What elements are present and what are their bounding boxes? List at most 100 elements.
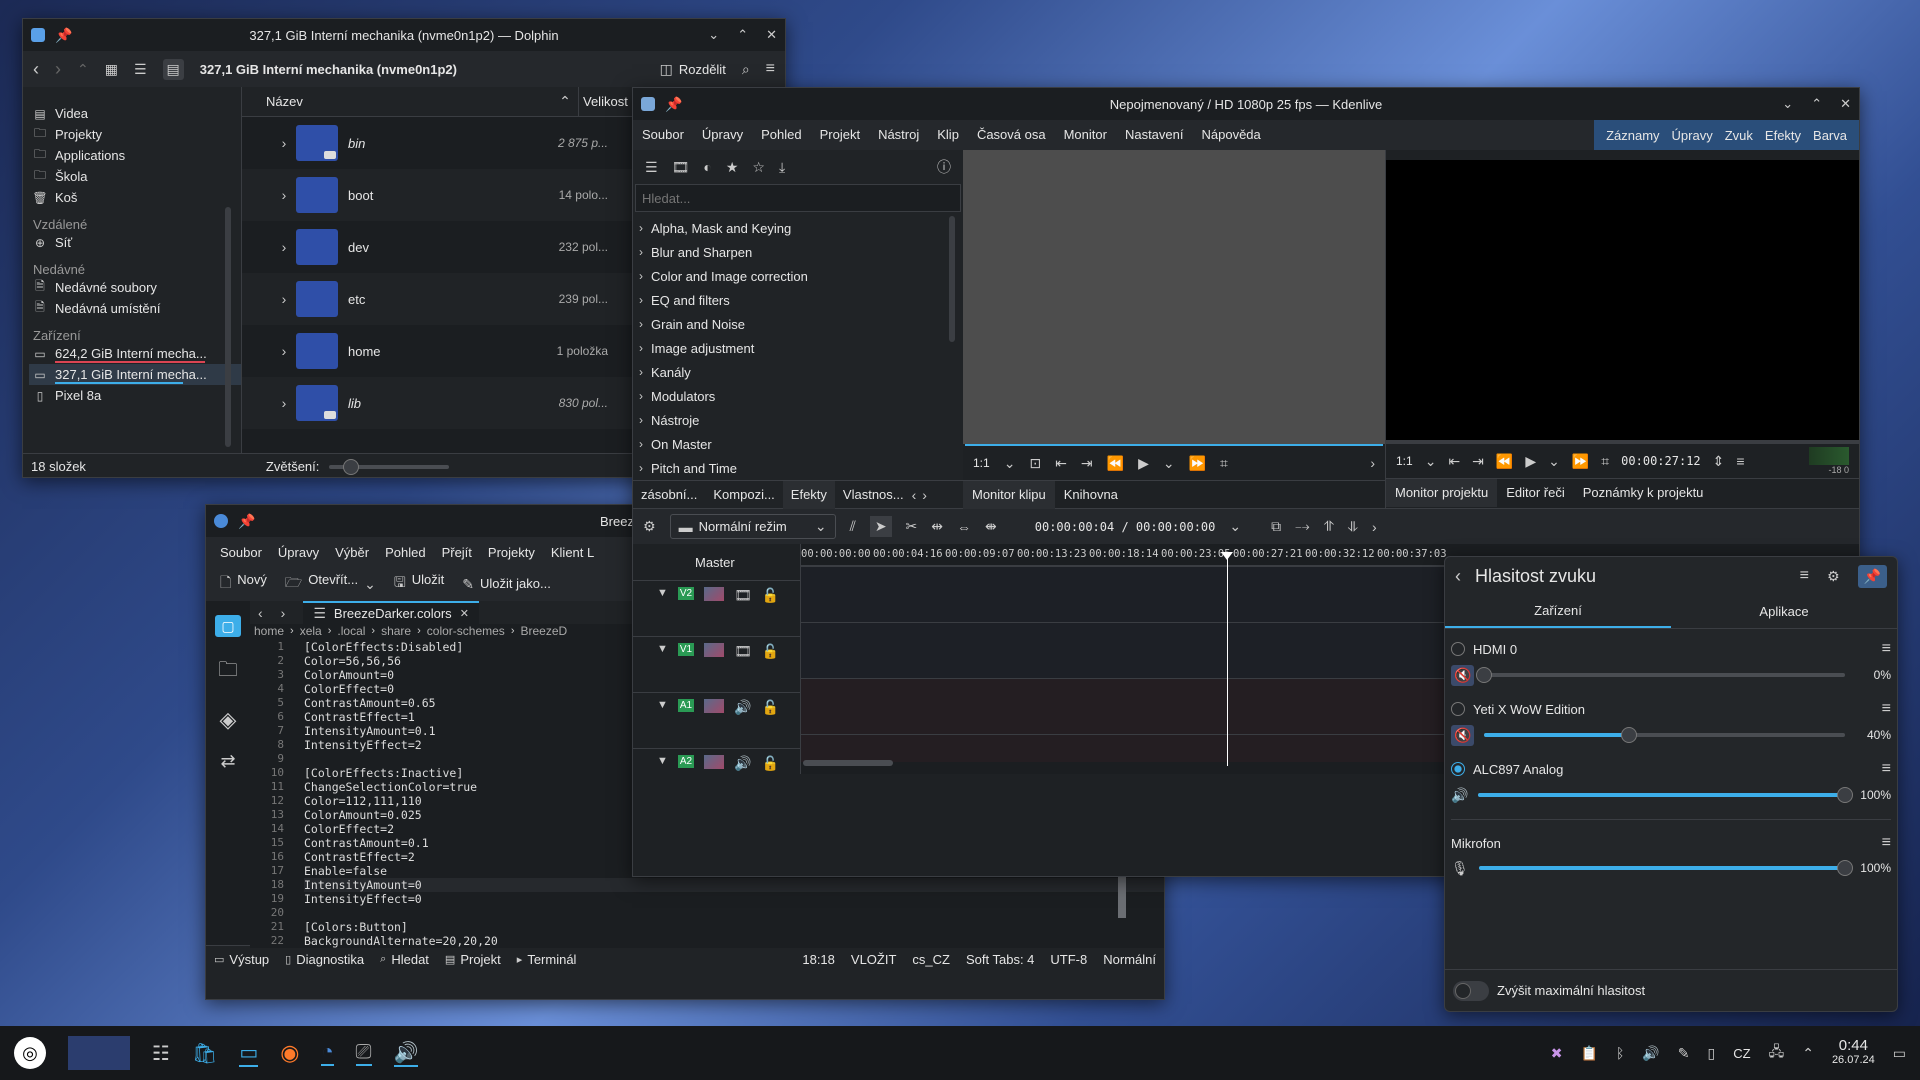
effect-category[interactable]: › Pitch and Time xyxy=(633,456,963,480)
monitor-tab[interactable]: Knihovna xyxy=(1055,481,1127,509)
symbols-icon[interactable]: ⇄ xyxy=(220,751,235,772)
muted-speaker-icon[interactable]: 🔇 xyxy=(1451,724,1475,746)
collapse-icon[interactable]: ▼ xyxy=(657,755,668,767)
layout-item[interactable]: Efekty xyxy=(1759,128,1807,143)
expand-icon[interactable]: › xyxy=(242,239,296,255)
tab-close-icon[interactable]: ✕ xyxy=(460,607,469,620)
place-item[interactable]: 🗎 Nedávné soubory xyxy=(29,277,241,298)
collapse-icon[interactable]: ▼ xyxy=(657,699,668,711)
set-in-icon[interactable]: ⇤ xyxy=(1448,453,1460,470)
effects-scrollbar[interactable] xyxy=(949,216,955,342)
bottom-tab[interactable]: ▸ Terminál xyxy=(517,952,577,967)
menu-item[interactable]: Pohled xyxy=(752,120,810,150)
code-line[interactable]: IntensityAmount=0 xyxy=(304,878,1164,892)
menu-item[interactable]: Nápověda xyxy=(1193,120,1270,150)
breadcrumb-item[interactable]: BreezeD xyxy=(520,624,567,638)
save-as-button[interactable]: ✎ Uložit jako... xyxy=(462,576,551,593)
kdenlive-titlebar[interactable]: 📌 Nepojmenovaný / HD 1080p 25 fps — Kden… xyxy=(633,88,1859,120)
clipboard-icon[interactable]: 📋 xyxy=(1581,1045,1598,1062)
menu-item[interactable]: Projekty xyxy=(480,545,543,560)
zoom-slider[interactable] xyxy=(329,458,450,475)
dock-tab[interactable]: Efekty xyxy=(782,480,835,509)
back-icon[interactable]: ‹ xyxy=(1455,566,1461,587)
place-item[interactable]: 🗀 Applications xyxy=(29,145,241,166)
hamburger-menu-icon[interactable]: ≡ xyxy=(1882,760,1891,778)
edit-mode-select[interactable]: ▬ Normální režim ⌄ xyxy=(669,514,836,539)
clip-zoom[interactable]: 1:1 xyxy=(973,456,990,470)
place-item[interactable]: 🗑 Koš xyxy=(29,187,241,208)
set-out-icon[interactable]: ⇥ xyxy=(1081,455,1093,472)
effects-search-input[interactable] xyxy=(635,184,961,212)
bottom-tab[interactable]: ▭ Výstup xyxy=(214,952,269,967)
close-icon[interactable]: ✕ xyxy=(1840,96,1851,112)
menu-item[interactable]: Klient L xyxy=(543,545,602,560)
chevron-down-icon[interactable]: ⌄ xyxy=(1163,455,1175,472)
hamburger-menu-icon[interactable]: ≡ xyxy=(1882,834,1891,852)
device-volume-slider[interactable] xyxy=(1484,727,1845,743)
video-effects-icon[interactable]: 🎞 xyxy=(672,159,690,176)
kdenlive-task-icon[interactable]: ⎚ xyxy=(355,1041,372,1066)
play-icon[interactable]: ▶ xyxy=(1525,453,1536,470)
rewind-icon[interactable]: ⏪ xyxy=(1107,455,1124,472)
dolphin-task-icon[interactable]: ▭ xyxy=(239,1040,259,1067)
project-monitor-screen[interactable] xyxy=(1386,160,1859,440)
more-icon[interactable]: › xyxy=(1370,455,1375,471)
chevron-right-icon[interactable]: › xyxy=(922,487,927,503)
back-icon[interactable]: ‹ xyxy=(33,59,39,80)
effect-category[interactable]: › Modulators xyxy=(633,384,963,408)
chevron-down-icon[interactable]: ⌄ xyxy=(364,572,376,596)
magnet-icon[interactable]: ⫽ xyxy=(850,518,856,535)
places-scrollbar[interactable] xyxy=(225,207,231,447)
menu-item[interactable]: Přejít xyxy=(434,545,480,560)
line-endings[interactable]: Normální xyxy=(1103,952,1156,967)
lock-icon[interactable]: 🔓 xyxy=(762,755,779,772)
show-desktop-icon[interactable]: ▭ xyxy=(1893,1045,1906,1062)
slip-tool-icon[interactable]: ⇼ xyxy=(985,518,997,535)
place-item[interactable]: 🗀 Projekty xyxy=(29,124,241,145)
tab-next-icon[interactable]: › xyxy=(281,605,286,621)
dictionary[interactable]: cs_CZ xyxy=(912,952,950,967)
tray-expand-icon[interactable]: ⌃ xyxy=(1802,1045,1814,1062)
chevron-down-icon[interactable]: ⌄ xyxy=(1425,453,1437,470)
cursor-position[interactable]: 18:18 xyxy=(802,952,835,967)
code-line[interactable] xyxy=(304,906,1164,920)
master-track[interactable]: Master xyxy=(633,544,800,580)
speaker-icon[interactable]: 🔊 xyxy=(734,699,751,716)
lock-icon[interactable]: 🔓 xyxy=(762,587,779,604)
app-launcher-icon[interactable]: ◎ xyxy=(14,1037,46,1069)
menu-item[interactable]: Výběr xyxy=(327,545,377,560)
chevron-left-icon[interactable]: ‹ xyxy=(912,487,917,503)
layout-item[interactable]: Úpravy xyxy=(1666,128,1719,143)
compact-view-icon[interactable]: ☰ xyxy=(134,61,147,78)
effect-category[interactable]: › On Master xyxy=(633,432,963,456)
indentation[interactable]: Soft Tabs: 4 xyxy=(966,952,1034,967)
place-item[interactable]: ▭ 327,1 GiB Interní mecha... xyxy=(29,364,241,385)
collapse-icon[interactable]: ▼ xyxy=(657,643,668,655)
effect-category[interactable]: › Blur and Sharpen xyxy=(633,240,963,264)
split-button[interactable]: ◫ Rozdělit xyxy=(660,61,726,78)
project-zoom[interactable]: 1:1 xyxy=(1396,454,1413,468)
volume-icon[interactable]: 🔊 xyxy=(1642,1045,1659,1062)
expand-icon[interactable]: › xyxy=(242,187,296,203)
hamburger-menu-icon[interactable]: ≡ xyxy=(1882,640,1891,658)
playhead-marker[interactable] xyxy=(1221,552,1233,560)
details-view-icon[interactable]: ▤ xyxy=(162,58,184,80)
slider-handle[interactable] xyxy=(1837,787,1853,803)
tab-file[interactable]: ☰ BreezeDarker.colors ✕ xyxy=(303,601,479,624)
monitor-tab[interactable]: Poznámky k projektu xyxy=(1574,479,1713,507)
set-in-icon[interactable]: ⇤ xyxy=(1055,455,1067,472)
menu-item[interactable]: Časová osa xyxy=(968,120,1055,150)
lock-icon[interactable]: 🔓 xyxy=(762,699,779,716)
effect-category[interactable]: › Grain and Noise xyxy=(633,312,963,336)
minimize-icon[interactable]: ⌄ xyxy=(1782,96,1793,112)
mic-volume-slider[interactable] xyxy=(1478,860,1853,876)
maximize-icon[interactable]: ⌃ xyxy=(737,27,748,43)
dolphin-titlebar[interactable]: 📌 327,1 GiB Interní mechanika (nvme0n1p2… xyxy=(23,19,785,51)
place-item[interactable]: ⊕ Síť xyxy=(29,232,241,253)
close-icon[interactable]: ✕ xyxy=(766,27,777,43)
chevron-down-icon[interactable]: ⌄ xyxy=(1548,453,1560,470)
track-header[interactable]: ▼ A1 🔊 🔓 xyxy=(633,692,800,748)
device-volume-slider[interactable] xyxy=(1478,787,1853,803)
configure-icon[interactable]: ⚙ xyxy=(1827,565,1840,588)
select-tool-icon[interactable]: ➤ xyxy=(869,516,892,537)
